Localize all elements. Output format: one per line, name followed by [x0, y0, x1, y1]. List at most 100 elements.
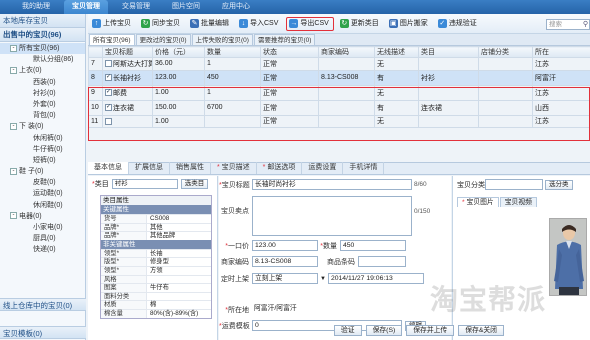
footer-button-2[interactable]: 保存并上传: [406, 325, 455, 336]
chevron-down-icon[interactable]: ▼: [320, 276, 326, 282]
sidebar-item[interactable]: -鞋 子(0): [0, 166, 85, 177]
nav-tab-2[interactable]: 交易管理: [114, 0, 158, 14]
collapse-toggle-icon[interactable]: -: [10, 44, 17, 52]
sidebar-header[interactable]: 本地库存宝贝: [0, 14, 85, 28]
toolbar-button-5[interactable]: ↻ 更新类目: [338, 17, 383, 31]
detail-tab-6[interactable]: 手机详情: [343, 162, 385, 174]
sidebar-item[interactable]: 短裤(0): [0, 155, 85, 166]
search-icon[interactable]: ⚲: [583, 20, 588, 29]
property-value[interactable]: 其他品牌: [147, 232, 211, 240]
property-value[interactable]: 其他: [147, 224, 211, 232]
property-value[interactable]: 棉: [147, 301, 211, 309]
category-select[interactable]: 衬衫: [111, 179, 178, 189]
schedule-mode-select[interactable]: 立刻上架: [252, 273, 318, 284]
choose-category-button[interactable]: 选类目: [180, 179, 209, 189]
grid-tab-1[interactable]: 更改过的宝贝(0): [135, 34, 191, 45]
collapse-toggle-icon[interactable]: -: [10, 167, 17, 175]
column-header[interactable]: [88, 46, 103, 58]
sidebar-item[interactable]: 小家电(0): [0, 222, 85, 233]
detail-tab-2[interactable]: 销售属性: [170, 162, 211, 174]
tab-item-images[interactable]: * 宝贝图片: [457, 197, 499, 207]
row-checkbox[interactable]: ✓: [105, 104, 112, 112]
property-row[interactable]: 领型* 长袖: [101, 248, 211, 258]
property-row[interactable]: 版型* 修身型: [101, 257, 211, 266]
toolbar-button-2[interactable]: ✎ 批量编辑: [188, 17, 233, 31]
tab-item-video[interactable]: 宝贝视频: [499, 197, 537, 207]
column-header[interactable]: 类目: [418, 46, 479, 58]
sidebar-item[interactable]: 休闲鞋(0): [0, 200, 85, 211]
property-row[interactable]: 品牌* 其他: [101, 222, 211, 232]
nav-tab-0[interactable]: 我的助理: [14, 0, 58, 14]
toolbar-button-4[interactable]: → 导出CSV: [286, 16, 334, 31]
column-header[interactable]: 数量: [204, 46, 261, 58]
selling-point-textarea[interactable]: [252, 196, 412, 236]
property-row[interactable]: 棉含量 80%(含)-89%(含): [101, 308, 211, 318]
column-header[interactable]: 无线描述: [374, 46, 419, 58]
collapse-toggle-icon[interactable]: -: [10, 122, 17, 130]
price-input[interactable]: 123.00: [252, 240, 318, 251]
sidebar-item[interactable]: 西装(0): [0, 77, 85, 88]
row-checkbox[interactable]: ✓: [105, 89, 112, 97]
property-value[interactable]: [147, 276, 211, 284]
sidebar-item[interactable]: 牛仔裤(0): [0, 144, 85, 155]
property-row[interactable]: 风格: [101, 274, 211, 284]
table-row[interactable]: 11 1.00 正常 无 江苏: [88, 114, 590, 128]
property-value[interactable]: 牛仔布: [147, 284, 211, 292]
sidebar-section-onsale[interactable]: 出售中的宝贝(96): [0, 28, 85, 42]
column-header[interactable]: 商家编码: [318, 46, 375, 58]
column-header[interactable]: 价格（元）: [152, 46, 205, 58]
detail-tab-1[interactable]: 扩展信息: [129, 162, 170, 174]
sidebar-item[interactable]: 皮鞋(0): [0, 177, 85, 188]
search-input[interactable]: 搜索 ⚲: [546, 19, 590, 30]
grid-tab-2[interactable]: 上传失败的宝贝(0): [191, 34, 253, 45]
sidebar-item[interactable]: 运动鞋(0): [0, 188, 85, 199]
sidebar-warehouse[interactable]: 线上仓库中的宝贝(0): [0, 298, 86, 311]
detail-tab-4[interactable]: * 邮送选项: [257, 162, 303, 174]
grid-tab-0[interactable]: 所有宝贝(96): [89, 34, 135, 45]
sidebar-item[interactable]: 外套(0): [0, 99, 85, 110]
column-header[interactable]: 状态: [260, 46, 319, 58]
detail-tab-5[interactable]: 运费设置: [302, 162, 344, 174]
sidebar-item[interactable]: 背包(0): [0, 110, 85, 121]
sidebar-item[interactable]: 默认分组(86): [0, 54, 85, 65]
row-checkbox[interactable]: [105, 60, 112, 68]
property-value[interactable]: CS008: [147, 215, 211, 223]
sidebar-item[interactable]: -下 装(0): [0, 121, 85, 132]
detail-tab-3[interactable]: * 宝贝描述: [211, 162, 257, 174]
property-value[interactable]: [147, 293, 211, 301]
property-row[interactable]: 货号 CS008: [101, 214, 211, 223]
sidebar-templates[interactable]: 宝贝模板(0): [0, 326, 86, 339]
collapse-toggle-icon[interactable]: -: [10, 212, 17, 220]
collapse-toggle-icon[interactable]: -: [10, 67, 17, 75]
column-header[interactable]: 店铺分类: [478, 46, 533, 58]
column-header[interactable]: 所在: [532, 46, 590, 58]
choose-shop-category-button[interactable]: 选分类: [545, 179, 573, 190]
sidebar-item[interactable]: - 电器(0): [0, 211, 85, 222]
row-checkbox[interactable]: [105, 117, 112, 125]
toolbar-button-6[interactable]: ▣ 图片搬家: [387, 17, 432, 31]
property-value[interactable]: 长袖: [147, 250, 211, 258]
row-checkbox[interactable]: ✓: [105, 74, 112, 82]
property-value[interactable]: 修身型: [147, 258, 211, 266]
sidebar-item[interactable]: 衬衫(0): [0, 88, 85, 99]
quantity-input[interactable]: 450: [340, 240, 406, 251]
sidebar-item[interactable]: 厨具(0): [0, 233, 85, 244]
toolbar-button-3[interactable]: ↓ 导入CSV: [237, 17, 282, 31]
property-value[interactable]: 80%(含)-89%(含): [147, 310, 211, 318]
sidebar-item[interactable]: - 所有宝贝(96): [0, 43, 85, 55]
nav-tab-1[interactable]: 宝贝管理: [64, 0, 108, 14]
merchant-code-input[interactable]: 8.13-CS008: [252, 256, 318, 267]
detail-tab-0[interactable]: 基本信息: [88, 162, 129, 174]
location-value[interactable]: 阿富汗/阿富汗: [252, 304, 362, 315]
nav-tab-3[interactable]: 图片空间: [164, 0, 208, 14]
footer-button-1[interactable]: 保存(S): [365, 325, 403, 336]
table-row[interactable]: 8 ✓ 长袖衬衫 123.00 450 正常 8.13-CS008 有衬衫 阿富汗: [88, 69, 590, 86]
property-row[interactable]: 图案 牛仔布: [101, 283, 211, 292]
schedule-datetime-input[interactable]: 2014/11/27 19:06:13: [327, 273, 424, 284]
table-row[interactable]: 9 ✓ 邮费 1.00 1 正常无江苏: [88, 84, 590, 101]
table-row[interactable]: 10 ✓ 连衣裙 150.00 6700 正常有连衣裙 山西: [88, 99, 590, 116]
grid-tab-3[interactable]: 需要推荐的宝贝(0): [253, 34, 316, 45]
property-row[interactable]: 领型* 方领: [101, 265, 211, 275]
property-row[interactable]: 材质棉: [101, 300, 211, 309]
barcode-input[interactable]: [358, 256, 406, 267]
